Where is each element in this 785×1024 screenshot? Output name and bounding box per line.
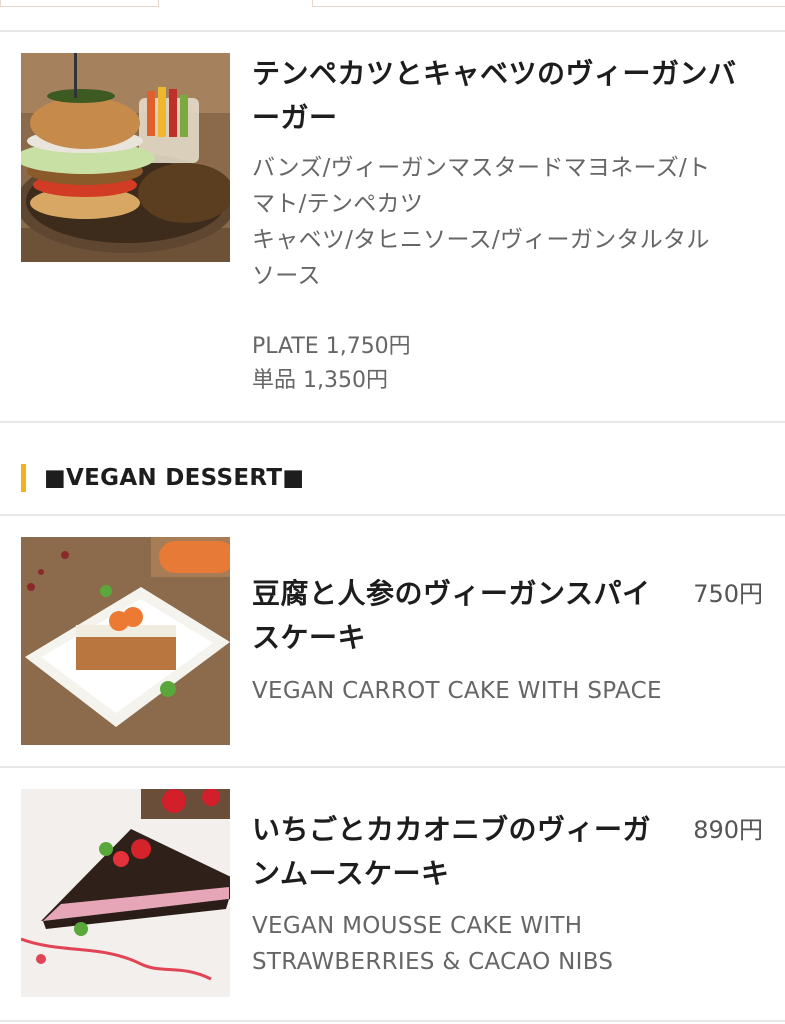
mousse-cake-photo: [21, 789, 230, 997]
item-name: 豆腐と人参のヴィーガンスパイ スケーキ: [252, 577, 651, 654]
item-name: テンペカツとキャベツのヴィーガンバ ーガー: [252, 57, 737, 134]
divider: [0, 421, 785, 423]
vegan-burger-photo: [21, 53, 230, 262]
item-price: 750円: [693, 580, 763, 608]
divider: [0, 1020, 785, 1022]
menu-item-burger[interactable]: テンペカツとキャベツのヴィーガンバ ーガー バンズ/ヴィーガンマスタードマヨネー…: [0, 32, 785, 422]
item-price: 890円: [693, 816, 763, 844]
item-description: VEGAN MOUSSE CAKE WITH STRAWBERRIES & CA…: [252, 913, 614, 975]
price-plate: PLATE 1,750円: [252, 334, 411, 359]
section-title: ■VEGAN DESSERT■: [44, 465, 305, 491]
section-accent-bar: [21, 464, 26, 492]
top-tab-strip: [0, 0, 785, 32]
tab-stub-left[interactable]: [0, 0, 159, 7]
menu-item-carrot-cake[interactable]: 豆腐と人参のヴィーガンスパイ スケーキ 750円 VEGAN CARROT CA…: [0, 516, 785, 766]
item-description: バンズ/ヴィーガンマスタードマヨネーズ/ト マト/テンペカツ キャベツ/タヒニソ…: [252, 155, 711, 289]
item-description: VEGAN CARROT CAKE WITH SPACE: [252, 678, 662, 704]
carrot-cake-photo: [21, 537, 230, 745]
tab-stub-right[interactable]: [312, 0, 785, 7]
menu-item-mousse-cake[interactable]: いちごとカカオニブのヴィーガ ンムースケーキ 890円 VEGAN MOUSSE…: [0, 768, 785, 1018]
item-name: いちごとカカオニブのヴィーガ ンムースケーキ: [252, 813, 652, 890]
price-single: 単品 1,350円: [252, 368, 388, 393]
section-heading: ■VEGAN DESSERT■: [0, 460, 785, 500]
